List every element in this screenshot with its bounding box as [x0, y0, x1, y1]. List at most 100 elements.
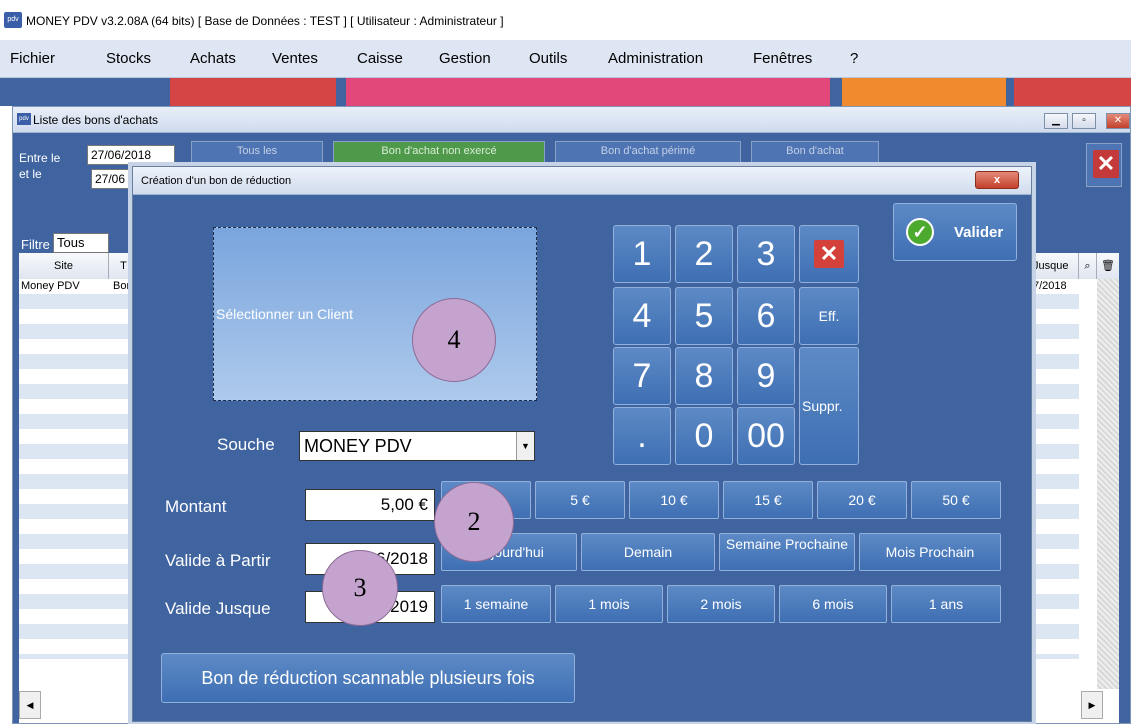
trash-icon[interactable]: 🗑 — [1097, 253, 1119, 279]
key-9[interactable]: 9 — [737, 347, 795, 405]
dialog-titlebar: Création d'un bon de réduction x — [133, 167, 1031, 195]
entre-le-label: Entre le — [19, 151, 61, 165]
end-1-month-button[interactable]: 1 mois — [555, 585, 663, 623]
cell-jusque[interactable]: 7/2018 — [1031, 279, 1081, 294]
dashboard-tile[interactable] — [170, 78, 336, 106]
annotation-badge-2: 2 — [434, 482, 514, 562]
souche-value: MONEY PDV — [304, 436, 412, 456]
dashboard-strip — [0, 78, 1131, 106]
dialog-title: Création d'un bon de réduction — [141, 175, 292, 187]
valide-a-partir-label: Valide à Partir — [165, 551, 271, 570]
close-list-button[interactable] — [1086, 143, 1122, 187]
key-5[interactable]: 5 — [675, 287, 733, 345]
start-button-label: Semaine Prochaine — [725, 536, 849, 552]
dashboard-tile[interactable] — [346, 78, 830, 106]
key-7[interactable]: 7 — [613, 347, 671, 405]
amount-button-label: 10 € — [660, 492, 688, 508]
key-00[interactable]: 00 — [737, 407, 795, 465]
end-button-label: 1 ans — [928, 596, 964, 612]
column-header-site[interactable]: Site — [19, 253, 109, 279]
montant-field[interactable]: 5,00 € — [305, 489, 435, 521]
scroll-right-button[interactable]: ▶ — [1081, 691, 1103, 719]
end-button-label: 1 semaine — [463, 596, 529, 612]
app-icon: pdv — [17, 113, 31, 125]
app-icon: pdv — [4, 12, 22, 28]
cell-site[interactable]: Money PDV — [19, 279, 109, 294]
key-suppr[interactable]: Suppr. — [799, 347, 859, 465]
end-2-months-button[interactable]: 2 mois — [667, 585, 775, 623]
amount-button-label: 15 € — [754, 492, 782, 508]
menu-ventes[interactable]: Ventes — [272, 50, 318, 67]
menu-fichier[interactable]: Fichier — [10, 50, 55, 67]
key-3[interactable]: 3 — [737, 225, 795, 283]
dashboard-tile[interactable] — [842, 78, 1006, 106]
key-8[interactable]: 8 — [675, 347, 733, 405]
minimize-button[interactable]: ▁ — [1044, 113, 1068, 129]
column-header-jusque[interactable]: Jusque — [1029, 253, 1079, 279]
start-button-label: Mois Prochain — [885, 544, 975, 560]
amount-button-5[interactable]: 5 € — [535, 481, 625, 519]
menu-gestion[interactable]: Gestion — [439, 50, 491, 67]
list-window-titlebar: pdv Liste des bons d'achats ▁ ▫ ✕ — [13, 107, 1130, 133]
key-1[interactable]: 1 — [613, 225, 671, 283]
end-button-label: 1 mois — [588, 596, 630, 612]
title-bar: pdv MONEY PDV v3.2.08A (64 bits) [ Base … — [0, 0, 1131, 40]
amount-button-label: 50 € — [942, 492, 970, 508]
key-4[interactable]: 4 — [613, 287, 671, 345]
start-button-label: Demain — [623, 544, 673, 560]
key-2[interactable]: 2 — [675, 225, 733, 283]
dialog-close-button[interactable]: x — [975, 171, 1019, 189]
menu-administration[interactable]: Administration — [608, 50, 703, 67]
amount-button-10[interactable]: 10 € — [629, 481, 719, 519]
menu-caisse[interactable]: Caisse — [357, 50, 403, 67]
amount-button-label: 20 € — [848, 492, 876, 508]
multi-scan-voucher-button[interactable]: Bon de réduction scannable plusieurs foi… — [161, 653, 575, 703]
menu-stocks[interactable]: Stocks — [106, 50, 151, 67]
key-eff[interactable]: Eff. — [799, 287, 859, 345]
dashboard-tile[interactable] — [1014, 78, 1131, 106]
maximize-button[interactable]: ▫ — [1072, 113, 1096, 129]
valide-jusque-label: Valide Jusque — [165, 599, 271, 618]
check-icon: ✓ — [906, 218, 934, 246]
filter-label: Filtre — [21, 237, 50, 252]
key-0[interactable]: 0 — [675, 407, 733, 465]
end-button-label: 6 mois — [812, 596, 854, 612]
menu-help[interactable]: ? — [850, 50, 858, 67]
menu-fenetres[interactable]: Fenêtres — [753, 50, 812, 67]
end-1-week-button[interactable]: 1 semaine — [441, 585, 551, 623]
end-button-label: 2 mois — [700, 596, 742, 612]
start-tomorrow-button[interactable]: Demain — [581, 533, 715, 571]
key-6[interactable]: 6 — [737, 287, 795, 345]
date-to-field[interactable]: 27/06 — [91, 169, 135, 189]
menu-outils[interactable]: Outils — [529, 50, 567, 67]
date-from-field[interactable]: 27/06/2018 — [87, 145, 175, 165]
menu-achats[interactable]: Achats — [190, 50, 236, 67]
start-next-month-button[interactable]: Mois Prochain — [859, 533, 1001, 571]
amount-button-50[interactable]: 50 € — [911, 481, 1001, 519]
filter-select[interactable]: Tous — [53, 233, 109, 253]
window-title: MONEY PDV v3.2.08A (64 bits) [ Base de D… — [26, 14, 504, 28]
amount-button-15[interactable]: 15 € — [723, 481, 813, 519]
scroll-left-button[interactable]: ◀ — [19, 691, 41, 719]
end-6-months-button[interactable]: 6 mois — [779, 585, 887, 623]
annotation-badge-3: 3 — [322, 550, 398, 626]
valider-button[interactable]: ✓ Valider — [893, 203, 1017, 261]
clear-x-icon[interactable] — [799, 225, 859, 283]
vertical-scrollbar[interactable] — [1097, 279, 1119, 689]
souche-select[interactable]: MONEY PDV ▼ — [299, 431, 535, 461]
annotation-badge-4: 4 — [412, 298, 496, 382]
et-le-label: et le — [19, 167, 42, 181]
menu-bar: Fichier Stocks Achats Ventes Caisse Gest… — [0, 40, 1131, 78]
close-button[interactable]: ✕ — [1106, 113, 1130, 129]
chevron-down-icon[interactable]: ▼ — [516, 432, 534, 460]
start-next-week-button[interactable]: Semaine Prochaine — [719, 533, 855, 571]
end-1-year-button[interactable]: 1 ans — [891, 585, 1001, 623]
list-window-title: Liste des bons d'achats — [33, 113, 159, 127]
montant-label: Montant — [165, 497, 227, 516]
key-dot[interactable]: . — [613, 407, 671, 465]
amount-button-20[interactable]: 20 € — [817, 481, 907, 519]
create-voucher-dialog: Création d'un bon de réduction x Sélecti… — [132, 166, 1032, 722]
search-icon[interactable]: ⌕ — [1079, 253, 1097, 279]
select-client-button[interactable]: Sélectionner un Client — [213, 227, 537, 401]
valider-label: Valider — [954, 224, 1004, 241]
